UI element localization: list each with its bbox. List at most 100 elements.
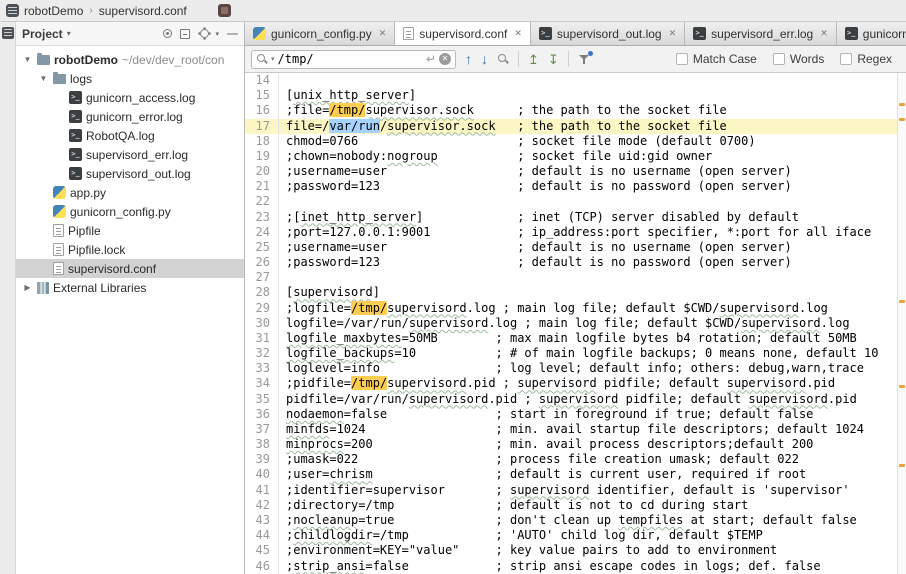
navbar-tool-icon[interactable] xyxy=(217,4,231,17)
tree-item-label: supervisord.conf xyxy=(68,261,157,276)
hide-panel-icon[interactable]: — xyxy=(227,28,238,39)
code-editor[interactable]: 14 15 [unix_http_server] 16 ;file=/tmp/super… xyxy=(245,73,906,574)
newline-icon[interactable]: ↵ xyxy=(426,52,436,66)
search-history-caret-icon[interactable]: ▾ xyxy=(271,55,275,63)
line-number: 15 xyxy=(245,88,279,104)
project-panel-title[interactable]: Project xyxy=(22,27,63,41)
tab-gunicorn-config-py[interactable]: gunicorn_config.py ✕ xyxy=(245,22,396,45)
tab-supervisord-conf[interactable]: supervisord.conf ✕ xyxy=(395,22,531,45)
line-number: 39 xyxy=(245,452,279,468)
close-tab-icon[interactable]: ✕ xyxy=(377,28,387,39)
chevron-expanded-icon[interactable]: ▼ xyxy=(38,74,49,83)
tree-item-external-libraries[interactable]: ▶ External Libraries xyxy=(16,278,244,297)
tab-supervisord-err-log[interactable]: supervisord_err.log ✕ xyxy=(685,22,837,45)
tree-item-robotdemo[interactable]: ▼ robotDemo ~/dev/dev_root/con xyxy=(16,50,244,69)
editor-tab-bar: gunicorn_config.py✕supervisord.conf✕supe… xyxy=(245,22,906,46)
typo-underlined-text: nogroup xyxy=(387,148,438,163)
code-segment: .pid ; xyxy=(488,391,539,406)
code-segment: ;[ xyxy=(286,209,301,224)
search-result-mark[interactable] xyxy=(899,385,905,389)
tab-supervisord-out-log[interactable]: supervisord_out.log ✕ xyxy=(530,22,686,45)
code-line: 36 nodaemon=false ; start in foreground i… xyxy=(245,406,897,422)
locate-icon[interactable] xyxy=(163,29,173,38)
find-all-icon[interactable] xyxy=(497,53,509,65)
chevron-collapsed-icon[interactable]: ▶ xyxy=(22,283,33,292)
code-segment: file=/ xyxy=(286,118,330,133)
project-panel-header: Project ▾ ▾ — xyxy=(16,22,244,46)
find-option-label: Regex xyxy=(857,52,892,66)
search-result-mark[interactable] xyxy=(899,103,905,107)
clear-search-icon[interactable]: ✕ xyxy=(439,53,451,65)
chevron-down-icon[interactable]: ▾ xyxy=(215,30,219,38)
breadcrumb-project[interactable]: robotDemo xyxy=(24,4,83,18)
search-result-mark[interactable] xyxy=(899,463,905,467)
typo-underlined-text: minprocs xyxy=(286,437,344,452)
tree-item-robotqa-log[interactable]: RobotQA.log xyxy=(16,126,244,145)
tree-item-gunicorn-error-log[interactable]: gunicorn_error.log xyxy=(16,107,244,126)
tree-item-pipfile[interactable]: Pipfile xyxy=(16,221,244,240)
settings-gear-icon[interactable] xyxy=(200,29,210,38)
search-field[interactable]: ▾ ↵ ✕ xyxy=(251,49,456,69)
filter-badge xyxy=(587,50,593,56)
code-text: ;[inet_http_server] ; inet (TCP) server … xyxy=(279,210,897,225)
code-segment: .log xyxy=(820,315,850,330)
code-segment: =/tmp ; 'AUTO' child log dir, default $T… xyxy=(372,528,763,543)
code-text: ;childlogdir=/tmp ; 'AUTO' child log dir… xyxy=(279,528,897,543)
checkbox-icon[interactable] xyxy=(675,53,688,65)
tree-item-supervisord-out-log[interactable]: supervisord_out.log xyxy=(16,164,244,183)
find-option-regex[interactable]: Regex xyxy=(840,52,892,66)
code-segment: ] xyxy=(408,88,417,103)
typo-underlined-text: supervisord xyxy=(408,391,489,406)
code-segment: ] xyxy=(372,285,380,300)
collapse-all-icon[interactable] xyxy=(180,28,191,39)
tree-item-hint: ~/dev/dev_root/con xyxy=(122,52,225,67)
tree-item-gunicorn-access-log[interactable]: gunicorn_access.log xyxy=(16,88,244,107)
line-number: 43 xyxy=(245,512,279,529)
tree-item-gunicorn-config-py[interactable]: gunicorn_config.py xyxy=(16,202,244,221)
tree-item-pipfile-lock[interactable]: Pipfile.lock xyxy=(16,240,244,259)
checkbox-icon[interactable] xyxy=(772,53,785,65)
tree-item-app-py[interactable]: app.py xyxy=(16,183,244,202)
code-text: ;password=123 ; default is no password (… xyxy=(279,255,897,270)
find-option-match-case[interactable]: Match Case xyxy=(675,52,757,66)
folder-icon xyxy=(53,71,66,84)
code-segment: =false ; start in foreground if true; de… xyxy=(343,406,814,421)
previous-match-icon[interactable]: ↑ xyxy=(465,52,472,66)
first-occurrence-icon[interactable]: ↥ xyxy=(528,53,539,66)
code-line: 42 ;directory=/tmp ; default is not to cd… xyxy=(245,497,897,513)
project-toolwindow-button[interactable] xyxy=(1,27,14,39)
close-tab-icon[interactable]: ✕ xyxy=(667,28,677,39)
chevron-expanded-icon[interactable]: ▼ xyxy=(22,55,33,64)
last-occurrence-icon[interactable]: ↧ xyxy=(548,53,559,66)
tree-item-label: gunicorn_error.log xyxy=(86,109,183,124)
find-option-words[interactable]: Words xyxy=(772,52,824,66)
code-segment: identifier, default is 'supervisor' xyxy=(589,482,850,497)
code-line: 38 minprocs=200 ; min. avail process desc… xyxy=(245,437,897,453)
error-stripe-scrollbar[interactable] xyxy=(897,73,906,574)
chevron-down-icon[interactable]: ▾ xyxy=(67,29,71,38)
code-line: 32 logfile_backups=10 ; # of main logfile… xyxy=(245,346,897,362)
search-result-mark[interactable] xyxy=(899,299,905,303)
code-segment: =200 ; min. avail process descriptors;de… xyxy=(343,437,814,452)
code-text: [unix_http_server] xyxy=(279,88,897,103)
search-result-mark[interactable] xyxy=(899,118,905,122)
code-line: 26 ;password=123 ; default is no password… xyxy=(245,255,897,271)
code-line: 34 ;pidfile=/tmp/supervisord.pid ; superv… xyxy=(245,376,897,392)
tree-item-label: gunicorn_config.py xyxy=(70,204,171,219)
tree-item-label: logs xyxy=(70,71,93,86)
checkbox-icon[interactable] xyxy=(840,53,853,65)
tree-item-logs[interactable]: ▼ logs xyxy=(16,69,244,88)
close-tab-icon[interactable]: ✕ xyxy=(818,28,828,39)
tab-gunicorn[interactable]: gunicorn_✕ xyxy=(836,22,906,45)
code-line: 22 xyxy=(245,194,897,210)
next-match-icon[interactable]: ↓ xyxy=(481,52,488,66)
search-filter-icon[interactable] xyxy=(578,50,593,66)
left-tool-strip xyxy=(0,22,16,574)
search-input[interactable] xyxy=(277,52,423,66)
search-icon[interactable] xyxy=(256,53,268,65)
tree-item-supervisord-err-log[interactable]: supervisord_err.log xyxy=(16,145,244,164)
close-tab-icon[interactable]: ✕ xyxy=(512,28,522,39)
tree-item-supervisord-conf[interactable]: supervisord.conf xyxy=(16,259,244,278)
breadcrumb-file[interactable]: supervisord.conf xyxy=(99,4,187,18)
